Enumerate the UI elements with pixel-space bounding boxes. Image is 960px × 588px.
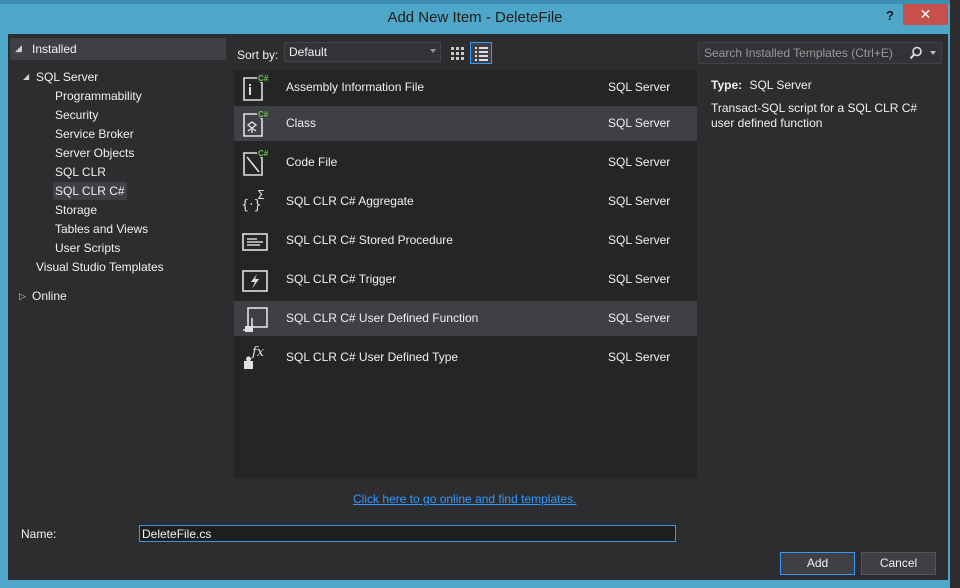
help-button[interactable]: ? bbox=[880, 6, 900, 26]
tree-item-storage[interactable]: Storage bbox=[55, 201, 97, 219]
list-item[interactable]: C# Code File SQL Server bbox=[234, 145, 697, 180]
tree-item-tables-and-views[interactable]: Tables and Views bbox=[55, 220, 148, 238]
collapsed-arrow-icon[interactable]: ▷ bbox=[19, 291, 26, 302]
tree-item-online[interactable]: Online bbox=[32, 287, 67, 305]
list-item[interactable]: SQL CLR C# Trigger SQL Server bbox=[234, 262, 697, 297]
search-placeholder: Search Installed Templates (Ctrl+E) bbox=[704, 46, 893, 60]
template-category: SQL Server bbox=[608, 350, 671, 364]
template-name: SQL CLR C# User Defined Type bbox=[286, 350, 459, 364]
tree-item-service-broker[interactable]: Service Broker bbox=[55, 125, 134, 143]
template-category: SQL Server bbox=[608, 116, 671, 130]
search-input[interactable]: Search Installed Templates (Ctrl+E) bbox=[698, 42, 942, 64]
code-file-icon: C# bbox=[243, 148, 269, 176]
svg-text:C#: C# bbox=[258, 110, 269, 119]
search-icon bbox=[909, 46, 922, 60]
chevron-down-icon[interactable] bbox=[930, 51, 936, 55]
template-name: SQL CLR C# Stored Procedure bbox=[286, 233, 453, 247]
name-label: Name: bbox=[21, 527, 57, 541]
list-item[interactable]: C# Assembly Information File SQL Server bbox=[234, 70, 697, 105]
tree-item-server-objects[interactable]: Server Objects bbox=[55, 144, 134, 162]
sort-by-label: Sort by: bbox=[237, 48, 279, 62]
tree-item-visual-studio-templates[interactable]: Visual Studio Templates bbox=[36, 258, 164, 276]
tree-item-security[interactable]: Security bbox=[55, 106, 98, 124]
description-text: Transact-SQL script for a SQL CLR C# use… bbox=[711, 101, 918, 130]
stored-procedure-icon bbox=[242, 233, 268, 251]
list-view-icon bbox=[475, 47, 488, 61]
template-name: Code File bbox=[286, 155, 338, 169]
chevron-down-icon bbox=[430, 49, 436, 53]
list-item[interactable]: {·} Σ SQL CLR C# Aggregate SQL Server bbox=[234, 184, 697, 219]
installed-label: Installed bbox=[32, 42, 77, 56]
sort-by-value: Default bbox=[289, 45, 328, 59]
template-category: SQL Server bbox=[608, 272, 671, 286]
expanded-arrow-icon[interactable]: ◢ bbox=[23, 72, 29, 81]
assembly-info-icon: C# bbox=[243, 73, 269, 101]
template-category: SQL Server bbox=[608, 194, 671, 208]
tree-item-sql-clr[interactable]: SQL CLR bbox=[55, 163, 106, 181]
template-category: SQL Server bbox=[608, 233, 671, 247]
tree-installed-header[interactable]: ◢ Installed bbox=[10, 38, 226, 60]
template-category: SQL Server bbox=[608, 155, 671, 169]
tree-item-programmability[interactable]: Programmability bbox=[55, 87, 142, 105]
add-new-item-dialog: Add New Item - DeleteFile ? ✕ ◢ Installe… bbox=[0, 4, 950, 588]
svg-text:C#: C# bbox=[258, 149, 269, 158]
class-icon: C# bbox=[243, 109, 269, 137]
svg-text:Σ: Σ bbox=[257, 188, 265, 202]
type-value: SQL Server bbox=[749, 78, 812, 92]
list-item[interactable]: fx SQL CLR C# User Defined Type SQL Serv… bbox=[234, 340, 697, 375]
template-category: SQL Server bbox=[608, 80, 671, 94]
template-name: SQL CLR C# User Defined Function bbox=[286, 311, 479, 325]
cancel-button[interactable]: Cancel bbox=[861, 552, 936, 575]
aggregate-icon: {·} Σ bbox=[241, 188, 265, 213]
details-view-button[interactable] bbox=[470, 42, 492, 64]
svg-text:fx: fx bbox=[251, 345, 265, 360]
svg-text:C#: C# bbox=[258, 74, 269, 83]
tree-item-sql-clr-csharp[interactable]: SQL CLR C# bbox=[53, 182, 127, 200]
dialog-content: ◢ Installed ◢ SQL Server Programmability… bbox=[8, 34, 948, 580]
template-description: Type: SQL Server Transact-SQL script for… bbox=[711, 78, 943, 131]
grid-view-icon bbox=[451, 47, 464, 60]
template-tree: ◢ Installed ◢ SQL Server Programmability… bbox=[8, 34, 226, 514]
sort-by-dropdown[interactable]: Default bbox=[284, 42, 441, 62]
template-category: SQL Server bbox=[608, 311, 671, 325]
close-button[interactable]: ✕ bbox=[903, 4, 948, 25]
add-button[interactable]: Add bbox=[780, 552, 855, 575]
user-defined-type-icon: fx bbox=[244, 345, 265, 369]
template-name: SQL CLR C# Aggregate bbox=[286, 194, 414, 208]
find-templates-online-link[interactable]: Click here to go online and find templat… bbox=[353, 492, 576, 506]
type-row: Type: SQL Server bbox=[711, 78, 943, 93]
list-item[interactable]: SQL CLR C# Stored Procedure SQL Server bbox=[234, 223, 697, 258]
user-defined-function-icon bbox=[243, 307, 268, 332]
list-item[interactable]: SQL CLR C# User Defined Function SQL Ser… bbox=[234, 301, 697, 336]
title-bar: Add New Item - DeleteFile ? ✕ bbox=[0, 4, 950, 32]
template-name: Class bbox=[286, 116, 317, 130]
template-name: SQL CLR C# Trigger bbox=[286, 272, 397, 286]
tree-item-sql-server[interactable]: SQL Server bbox=[36, 68, 98, 86]
dialog-title: Add New Item - DeleteFile bbox=[387, 9, 563, 26]
medium-icons-view-button[interactable] bbox=[446, 42, 468, 64]
expanded-arrow-icon: ◢ bbox=[15, 43, 22, 53]
type-label: Type: bbox=[711, 78, 743, 92]
name-field[interactable]: DeleteFile.cs bbox=[139, 525, 676, 542]
template-name: Assembly Information File bbox=[286, 80, 425, 94]
trigger-icon bbox=[242, 270, 268, 292]
template-list: C# Assembly Information File SQL Server … bbox=[234, 70, 697, 478]
list-item[interactable]: C# Class SQL Server bbox=[234, 106, 697, 141]
tree-item-user-scripts[interactable]: User Scripts bbox=[55, 239, 120, 257]
